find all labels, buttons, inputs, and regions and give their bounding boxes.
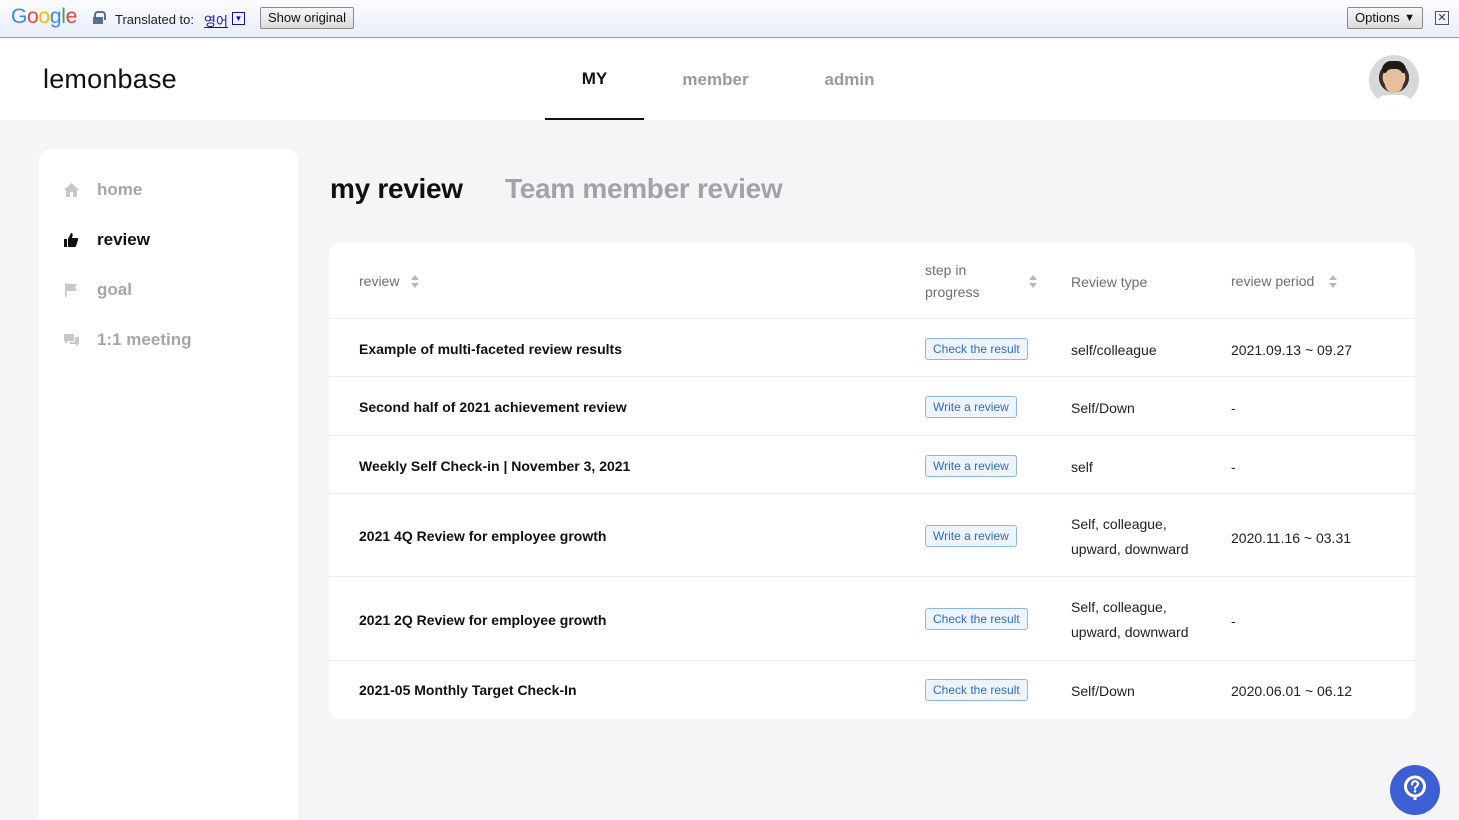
column-header-step-line: step in bbox=[925, 262, 967, 278]
review-table: review step in progress Review type revi… bbox=[329, 242, 1415, 719]
column-header-step[interactable]: step in progress bbox=[925, 259, 979, 303]
step-badge[interactable]: Check the result bbox=[925, 679, 1028, 701]
review-period: - bbox=[1231, 459, 1236, 475]
table-row[interactable]: Weekly Self Check-in | November 3, 2021 … bbox=[329, 436, 1415, 494]
review-title[interactable]: Second half of 2021 achievement review bbox=[359, 399, 627, 415]
review-period: 2020.11.16 ~ 03.31 bbox=[1231, 530, 1352, 546]
column-header-review[interactable]: review bbox=[359, 270, 399, 292]
table-row[interactable]: Second half of 2021 achievement review W… bbox=[329, 377, 1415, 436]
sidebar-item-label: review bbox=[97, 230, 150, 249]
sidebar-item-review[interactable]: review bbox=[62, 225, 282, 255]
google-logo-letter: o bbox=[38, 5, 50, 28]
step-badge[interactable]: Check the result bbox=[925, 608, 1028, 630]
google-logo-letter: e bbox=[65, 5, 78, 28]
sidebar-item-meeting[interactable]: 1:1 meeting bbox=[62, 325, 282, 355]
translated-to-label: Translated to: bbox=[115, 12, 195, 27]
user-avatar[interactable] bbox=[1369, 55, 1419, 105]
sidebar-item-label: 1:1 meeting bbox=[97, 330, 192, 349]
thumbs-up-icon bbox=[62, 231, 80, 249]
google-logo-letter: G bbox=[11, 5, 28, 28]
table-row[interactable]: 2021-05 Monthly Target Check-In Check th… bbox=[329, 661, 1415, 719]
options-arrow-icon: ▼ bbox=[1404, 12, 1415, 24]
lock-icon bbox=[93, 11, 106, 24]
language-dropdown-icon[interactable]: ▼ bbox=[232, 12, 245, 25]
brand-logo[interactable]: lemonbase bbox=[43, 64, 177, 95]
help-button[interactable] bbox=[1390, 765, 1440, 815]
review-period: - bbox=[1231, 400, 1236, 416]
review-type-line: Self, colleague, bbox=[1071, 599, 1167, 615]
review-title[interactable]: 2021-05 Monthly Target Check-In bbox=[359, 682, 577, 698]
table-row[interactable]: 2021 4Q Review for employee growth Write… bbox=[329, 494, 1415, 577]
options-label: Options bbox=[1355, 10, 1400, 25]
translate-bar: Google Translated to: 영어 ▼ Show original… bbox=[0, 0, 1459, 38]
review-type: self/colleague bbox=[1071, 342, 1157, 358]
sort-icon[interactable] bbox=[1029, 275, 1037, 289]
question-icon bbox=[1401, 774, 1429, 806]
review-title[interactable]: 2021 4Q Review for employee growth bbox=[359, 528, 606, 544]
topnav-my[interactable]: MY bbox=[545, 39, 644, 120]
review-title[interactable]: 2021 2Q Review for employee growth bbox=[359, 612, 606, 628]
flag-icon bbox=[62, 281, 80, 299]
sidebar-item-label: goal bbox=[97, 280, 132, 299]
sidebar-item-home[interactable]: home bbox=[62, 175, 282, 205]
column-header-step-line: progress bbox=[925, 284, 980, 300]
review-type: Self/Down bbox=[1071, 400, 1135, 416]
review-type: Self/Down bbox=[1071, 683, 1135, 699]
options-button[interactable]: Options ▼ bbox=[1347, 7, 1423, 29]
step-badge[interactable]: Write a review bbox=[925, 396, 1017, 418]
close-translate-bar-button[interactable]: ✕ bbox=[1435, 11, 1449, 25]
review-period: 2020.06.01 ~ 06.12 bbox=[1231, 683, 1353, 699]
review-type: Self, colleague, upward, downward bbox=[1071, 512, 1221, 562]
step-badge[interactable]: Write a review bbox=[925, 525, 1017, 547]
chat-icon bbox=[62, 331, 80, 349]
tab-my-review[interactable]: my review bbox=[330, 173, 463, 205]
table-row[interactable]: 2021 2Q Review for employee growth Check… bbox=[329, 577, 1415, 661]
topnav-admin[interactable]: admin bbox=[800, 39, 899, 120]
column-header-type: Review type bbox=[1071, 274, 1148, 290]
review-period: - bbox=[1231, 613, 1236, 629]
step-badge[interactable]: Check the result bbox=[925, 338, 1028, 360]
app-header: lemonbase MY member admin bbox=[0, 39, 1459, 120]
review-type-line: Self, colleague, bbox=[1071, 516, 1167, 532]
sort-icon[interactable] bbox=[411, 275, 419, 289]
step-badge[interactable]: Write a review bbox=[925, 455, 1017, 477]
tab-team-member-review[interactable]: Team member review bbox=[505, 173, 783, 205]
sidebar: home review goal 1:1 meeting bbox=[39, 149, 298, 820]
sidebar-item-label: home bbox=[97, 180, 143, 199]
show-original-button[interactable]: Show original bbox=[260, 7, 355, 29]
review-period: 2021.09.13 ~ 09.27 bbox=[1231, 342, 1353, 358]
google-logo-letter: g bbox=[49, 5, 62, 28]
topnav-member[interactable]: member bbox=[666, 39, 765, 120]
sort-icon[interactable] bbox=[1329, 275, 1337, 289]
review-type: self bbox=[1071, 459, 1093, 475]
review-type-line: upward, downward bbox=[1071, 541, 1189, 557]
table-header: review step in progress Review type revi… bbox=[329, 242, 1415, 319]
column-header-period[interactable]: review period bbox=[1231, 270, 1314, 292]
table-row[interactable]: Example of multi-faceted review results … bbox=[329, 319, 1415, 377]
review-title[interactable]: Weekly Self Check-in | November 3, 2021 bbox=[359, 458, 630, 474]
review-title[interactable]: Example of multi-faceted review results bbox=[359, 341, 622, 357]
review-type: Self, colleague, upward, downward bbox=[1071, 595, 1221, 645]
target-language-link[interactable]: 영어 bbox=[204, 11, 228, 30]
google-logo-letter: o bbox=[27, 5, 39, 28]
google-logo: Google bbox=[11, 5, 77, 29]
home-icon bbox=[62, 181, 80, 199]
sidebar-item-goal[interactable]: goal bbox=[62, 275, 282, 305]
review-type-line: upward, downward bbox=[1071, 624, 1189, 640]
